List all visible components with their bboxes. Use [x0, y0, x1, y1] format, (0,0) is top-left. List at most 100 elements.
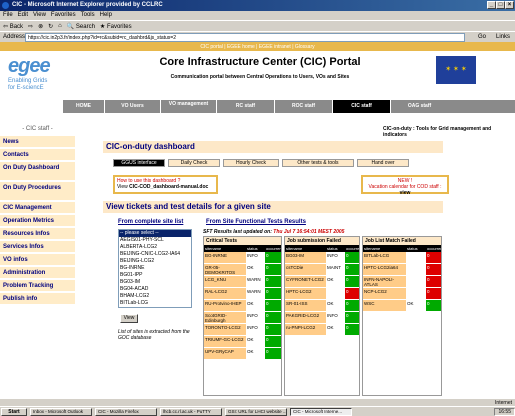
tab-hand-over[interactable]: Hand over: [357, 159, 409, 167]
nav-roc-staff[interactable]: ROC staff: [274, 100, 332, 113]
top-strip[interactable]: CIC portal | EGEE home | EGEE intranet |…: [0, 42, 515, 51]
site-list-link[interactable]: From complete site list: [118, 219, 183, 225]
site-option[interactable]: BEIJING-CNIC-LCG2-IA64: [119, 251, 191, 258]
tab-ggus-interface[interactable]: GGUS interface: [113, 159, 165, 167]
site-option[interactable]: BNL-LCG2: [119, 307, 191, 308]
nav-home[interactable]: HOME: [62, 100, 104, 113]
sidebar-item-contacts[interactable]: Contacts: [0, 149, 75, 162]
menu-favorites[interactable]: Favorites: [51, 12, 76, 20]
occurrence-cell: 0: [265, 264, 281, 275]
site-name-link[interactable]: PAKGRID-LCG2: [285, 312, 326, 323]
tab-daily-check[interactable]: Daily Check: [168, 159, 220, 167]
site-name-link[interactable]: RU-Protvino-IHEP: [204, 300, 246, 311]
nav-cic-staff[interactable]: CIC staff: [332, 100, 390, 113]
site-name-link[interactable]: UPV-GRyCAP: [204, 348, 246, 359]
site-name-link[interactable]: TORONTO-LCG2: [204, 324, 246, 335]
task-outlook[interactable]: Inbox - Microsoft Outlook: [30, 407, 92, 416]
links-button[interactable]: Links: [496, 34, 510, 40]
sidebar-item-vo-infos[interactable]: VO infos: [0, 254, 75, 267]
site-option[interactable]: BHAM-LCG2: [119, 293, 191, 300]
sidebar-item-on-duty-dashboard[interactable]: On Duty Dashboard: [0, 162, 75, 182]
site-option[interactable]: BITLab-LCG: [119, 300, 191, 307]
site-option[interactable]: BG-INRNE: [119, 265, 191, 272]
menu-help[interactable]: Help: [100, 12, 112, 20]
address-label: Address: [3, 34, 26, 40]
site-name-link[interactable]: BG03-IM: [285, 252, 326, 263]
site-name-link[interactable]: BITLab-LCG: [363, 252, 406, 263]
site-name-link[interactable]: INFN-NAPOLI-ATLAS: [363, 276, 406, 287]
close-icon[interactable]: ×: [505, 1, 514, 9]
site-option[interactable]: AEGIS01-PHY-SCL: [119, 237, 191, 244]
sidebar-item-services-infos[interactable]: Services Infos: [0, 241, 75, 254]
sidebar-item-problem-tracking[interactable]: Problem Tracking: [0, 280, 75, 293]
nav-rc-staff[interactable]: RC staff: [216, 100, 274, 113]
table-row: INFN-NAPOLI-ATLAS ERROR 0: [363, 276, 441, 288]
site-name-link[interactable]: CYFRONET-LCG2: [285, 276, 326, 287]
site-option[interactable]: BG01-IPP: [119, 272, 191, 279]
site-name-link[interactable]: BG-INRNE: [204, 252, 246, 263]
site-select-list[interactable]: -- please select -- AEGIS01-PHY-SCL ALBERT…: [118, 229, 192, 308]
sidebar-item-on-duty-procedures[interactable]: On Duty Procedures: [0, 182, 75, 202]
sidebar-item-operation-metrics[interactable]: Operation Metrics: [0, 215, 75, 228]
back-button[interactable]: ⇦ Back: [3, 23, 23, 31]
nav-oag-staff[interactable]: OAG staff: [390, 100, 448, 113]
site-name-link[interactable]: RAL-LCG2: [204, 288, 246, 299]
sidebar-item-publish-info[interactable]: Publish info: [0, 293, 75, 306]
tab-hourly-check[interactable]: Hourly Check: [223, 159, 279, 167]
refresh-icon[interactable]: ↻: [48, 23, 53, 31]
site-name-link[interactable]: SR-01-ISS: [285, 300, 326, 311]
vacation-link[interactable]: view: [400, 190, 411, 196]
site-name-link[interactable]: LCG_KNU: [204, 276, 246, 287]
status-badge: WARN: [246, 288, 265, 299]
stop-icon[interactable]: ⊗: [38, 23, 43, 31]
sidebar-item-resources-infos[interactable]: Resources Infos: [0, 228, 75, 241]
task-gsi[interactable]: GSI: URL for LHCI website ...: [225, 407, 287, 416]
site-option[interactable]: BEIJING-LCG2: [119, 258, 191, 265]
occurrence-cell: 0: [426, 276, 441, 287]
menu-file[interactable]: File: [3, 12, 13, 20]
site-name-link[interactable]: WSC: [363, 300, 406, 311]
eu-flag-logo: ✶ ✶ ✶: [436, 56, 476, 84]
go-button[interactable]: Go: [478, 34, 486, 40]
task-firefox[interactable]: CIC - Mozilla Firefox: [95, 407, 157, 416]
site-name-link[interactable]: HPTC-LCG2: [285, 288, 326, 299]
site-option[interactable]: -- please select --: [119, 230, 191, 237]
menu-view[interactable]: View: [33, 12, 46, 20]
forward-icon[interactable]: ⇨: [28, 23, 33, 31]
egee-logo[interactable]: egee Enabling Grids for E-sciencE: [8, 55, 78, 95]
task-ie[interactable]: CIC - Microsoft Interne...: [290, 407, 352, 416]
web-page: CIC portal | EGEE home | EGEE intranet |…: [0, 42, 515, 398]
site-name-link[interactable]: HPTC-LCG2ia64: [363, 264, 406, 275]
menu-edit[interactable]: Edit: [18, 12, 28, 20]
home-icon[interactable]: ⌂: [58, 23, 62, 31]
sft-note-prefix: SFT Results last updated on:: [203, 229, 274, 235]
task-putty[interactable]: lhcb.cc.rl.ac.uk - PuTTY: [160, 407, 222, 416]
site-name-link[interactable]: ScotGRID-Edinburgh: [204, 312, 246, 323]
site-name-link[interactable]: ru-PNPI-LCG2: [285, 324, 326, 335]
site-name-link[interactable]: GR-05-DEMOKRITOS: [204, 264, 246, 275]
maximize-icon[interactable]: □: [496, 1, 505, 9]
site-option[interactable]: BG03-IM: [119, 279, 191, 286]
manual-link[interactable]: CIC-COD_dashboard-manual.doc: [129, 184, 208, 190]
menu-tools[interactable]: Tools: [81, 12, 95, 20]
address-input[interactable]: https://cic.in2p3.fr/index.php?id=rc&sub…: [25, 33, 465, 42]
site-name-link[interactable]: NCP-LCG2: [363, 288, 406, 299]
sidebar-item-news[interactable]: News: [0, 136, 75, 149]
site-option[interactable]: ALBERTA-LCG2: [119, 244, 191, 251]
occurrence-cell: 0: [265, 276, 281, 287]
search-button[interactable]: 🔍 Search: [67, 23, 95, 31]
nav-vo-management[interactable]: VO management: [160, 100, 216, 113]
site-name-link[interactable]: TRIUMF-GC-LCG2: [204, 336, 246, 347]
tab-other-tests[interactable]: Other tests & tools: [282, 159, 354, 167]
sidebar-item-cic-management[interactable]: CIC Management: [0, 202, 75, 215]
sft-results-link[interactable]: From Site Functional Tests Results: [206, 219, 306, 225]
table-row: GR-05-DEMOKRITOS OK 0: [204, 264, 281, 276]
site-option[interactable]: BG04-ACAD: [119, 286, 191, 293]
nav-vo-users[interactable]: VO Users: [104, 100, 160, 113]
sidebar-item-administration[interactable]: Administration: [0, 267, 75, 280]
site-name-link[interactable]: csTCDie: [285, 264, 326, 275]
favorites-button[interactable]: ★ Favorites: [100, 23, 132, 31]
start-button[interactable]: Start: [1, 407, 27, 416]
minimize-icon[interactable]: _: [487, 1, 496, 9]
view-button[interactable]: View: [120, 314, 138, 323]
